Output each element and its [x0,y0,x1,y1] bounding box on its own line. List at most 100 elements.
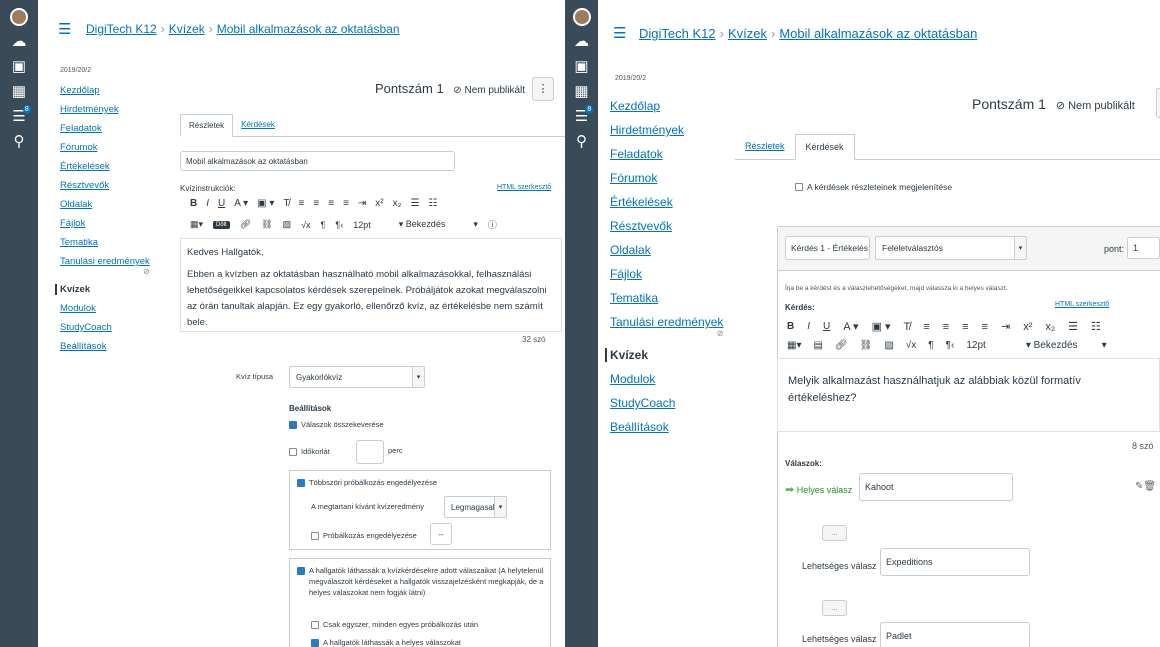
rtl-icon[interactable]: ¶‹ [946,340,955,351]
bold-icon[interactable]: B [190,198,197,209]
bullet-list-icon[interactable]: ☰ [411,198,420,209]
numbered-list-icon[interactable]: ☷ [429,198,438,209]
nav-pages[interactable]: Oldalak [60,199,150,210]
breadcrumb-page[interactable]: Mobil alkalmazások az oktatásban [779,26,977,41]
unpublished-status[interactable]: ⊘ Nem publikált [453,85,525,96]
show-details-option[interactable]: A kérdések részleteinek megjelenítése [795,182,952,192]
tab-questions[interactable]: Kérdések [794,134,855,160]
subscript-icon[interactable]: x₂ [1045,321,1055,333]
ltr-icon[interactable]: ¶ [321,220,326,230]
superscript-icon[interactable]: x² [375,198,383,209]
once-after-attempt-option[interactable]: Csak egyszer, minden egyes próbálkozás u… [311,620,478,629]
nav-grades[interactable]: Értékelések [610,195,723,209]
equation-icon[interactable]: √x [301,220,310,230]
nav-assignments[interactable]: Feladatok [610,147,723,161]
underline-icon[interactable]: U [823,321,830,332]
tab-details[interactable]: Részletek [180,114,234,137]
nav-home[interactable]: Kezdőlap [60,85,150,96]
more-options-button[interactable] [1156,88,1160,118]
nav-files[interactable]: Fájlok [610,267,723,281]
nav-discussions[interactable]: Fórumok [60,142,150,153]
ltr-icon[interactable]: ¶ [928,340,933,351]
correct-arrow-icon[interactable]: ➡ [785,483,794,496]
avatar[interactable] [572,8,591,26]
breadcrumb-page[interactable]: Mobil alkalmazások az oktatásban [217,22,400,36]
nav-home[interactable]: Kezdőlap [610,99,723,113]
unpublished-status[interactable]: ⊘ Nem publikált [1056,100,1135,112]
text-color-icon[interactable]: A ▾ [843,320,858,333]
nav-announcements[interactable]: Hirdetmények [60,104,150,115]
align-right-icon[interactable]: ≡ [962,321,968,333]
nav-assignments[interactable]: Feladatok [60,123,150,134]
unlink-icon[interactable]: ⛓ [860,340,873,351]
align-left-icon[interactable]: ≡ [923,321,929,333]
inbox-icon[interactable]: ☰ 8 [12,105,31,126]
numbered-list-icon[interactable]: ☷ [1091,320,1101,333]
allowed-attempts-input[interactable]: -- [430,523,452,545]
nav-pages[interactable]: Oldalak [610,243,723,257]
align-justify-icon[interactable]: ≡ [343,198,349,209]
nav-outcomes[interactable]: Tanulási eredmények [610,315,723,329]
calendar-icon[interactable]: ▦ [12,83,26,101]
more-options-button[interactable]: ⋮ [532,77,554,101]
format-dropdown-icon[interactable]: ▾ [1102,340,1107,351]
nav-syllabus[interactable]: Tematika [610,291,723,305]
answer-input-2[interactable]: Expeditions [880,548,1030,576]
nav-settings[interactable]: Beállítások [610,420,723,434]
answer-input-3[interactable]: Padlet [880,622,1030,647]
quiz-type-select[interactable]: Gyakorlókvíz ▾ [289,366,425,388]
question-name-input[interactable]: Kérdés 1 - Értékelés [785,236,870,260]
question-type-select[interactable]: Feleletválasztós ▾ [875,236,1027,260]
quiz-title-input[interactable]: Mobil alkalmazások az oktatásban [180,151,455,171]
rtl-icon[interactable]: ¶‹ [335,220,343,230]
logo-icon[interactable]: ☁ [574,33,589,51]
avatar[interactable] [10,8,28,26]
image-icon[interactable]: ▨ [283,219,292,230]
superscript-icon[interactable]: x² [1023,321,1032,333]
multiple-attempts-option[interactable]: Többszöri próbálkozás engedélyezése [297,478,437,487]
link-icon[interactable]: 🔗︎ [835,340,848,351]
checkbox-checked[interactable] [297,478,305,487]
clear-formatting-icon[interactable]: T̸ [283,198,289,209]
html-editor-link[interactable]: HTML szerkesztő [497,184,551,191]
nav-grades[interactable]: Értékelések [60,161,150,172]
shuffle-answers-option[interactable]: Válaszok összekeverése [289,420,384,429]
see-correct-option[interactable]: A hallgatók láthassák a helyes válaszoka… [311,638,461,647]
link-icon[interactable]: 🔗︎ [240,219,251,230]
help-icon[interactable]: ⚲ [14,133,25,151]
table-icon[interactable]: ▦▾ [787,340,801,351]
underline-icon[interactable]: U [218,198,225,209]
table-icon[interactable]: ▦▾ [190,219,203,230]
tab-details[interactable]: Részletek [735,134,795,159]
instructions-editor[interactable]: Kedves Hallgatók, Ebben a kvízben az okt… [180,238,562,332]
align-center-icon[interactable]: ≡ [313,198,319,209]
answer-comment-button-2[interactable]: ... [822,600,847,616]
checkbox[interactable] [311,531,319,540]
dashboard-icon[interactable]: ▣ [12,58,26,76]
align-right-icon[interactable]: ≡ [328,198,334,209]
inbox-icon[interactable]: ☰ 8 [575,105,594,126]
breadcrumb-quizzes[interactable]: Kvízek [728,26,767,41]
points-input[interactable]: 1 [1127,237,1160,259]
tab-questions[interactable]: Kérdések [233,114,283,136]
nav-files[interactable]: Fájlok [60,218,150,229]
keep-score-select[interactable]: Legmagasabb ▾ [444,496,507,518]
time-limit-option[interactable]: Időkorlát [289,447,330,456]
italic-icon[interactable]: I [807,321,810,332]
nav-modules[interactable]: Modulok [60,303,150,314]
equation-icon[interactable]: √x [906,340,917,351]
logo-icon[interactable]: ☁ [12,33,27,51]
indent-icon[interactable]: ⇥ [1001,320,1010,333]
checkbox-checked[interactable] [297,567,305,575]
indent-icon[interactable]: ⇥ [358,198,366,209]
html-editor-link[interactable]: HTML szerkesztő [1055,301,1109,308]
nav-studycoach[interactable]: StudyCoach [60,322,150,333]
nav-quizzes[interactable]: Kvízek [605,348,723,362]
align-justify-icon[interactable]: ≡ [982,321,988,333]
breadcrumb-course[interactable]: DigiTech K12 [639,26,716,41]
bold-icon[interactable]: B [787,321,794,332]
align-left-icon[interactable]: ≡ [299,198,305,209]
nav-studycoach[interactable]: StudyCoach [610,396,723,410]
checkbox[interactable] [311,620,319,629]
help-icon[interactable]: ⚲ [576,133,587,151]
